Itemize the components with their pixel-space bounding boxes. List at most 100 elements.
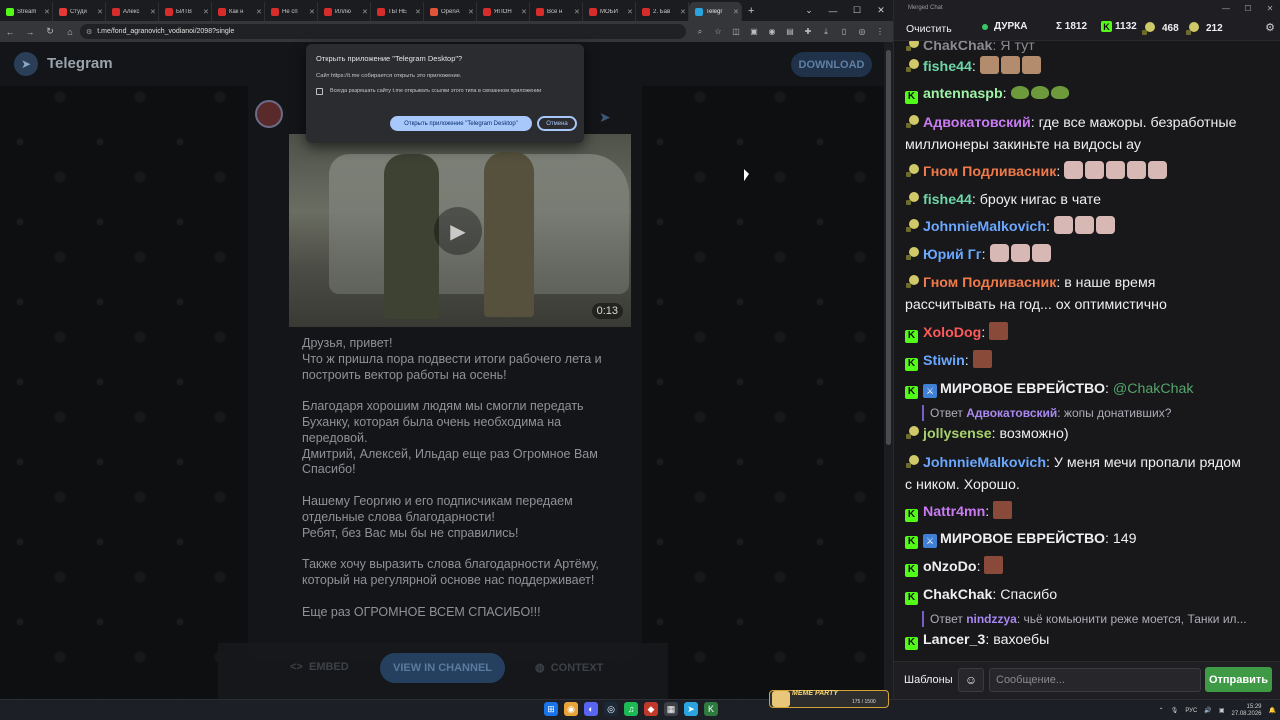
- username[interactable]: Гном Подливасник: [923, 275, 1056, 291]
- clock[interactable]: 15:29 27.08.2026: [1231, 704, 1261, 718]
- emoji-icon[interactable]: ☺: [958, 668, 984, 692]
- browser-tab[interactable]: МОБИ ✕: [583, 2, 636, 21]
- browser-tab[interactable]: Как н ✕: [212, 2, 265, 21]
- video-player[interactable]: ▶ 0:13: [289, 134, 631, 327]
- browser-tab[interactable]: OpenA ✕: [424, 2, 477, 21]
- download-button[interactable]: DOWNLOAD: [791, 52, 872, 77]
- username[interactable]: oNzoDo: [923, 559, 977, 575]
- chat-message[interactable]: K ChakChak: Спасибо: [905, 584, 1271, 606]
- context-button[interactable]: ◍ CONTEXT: [535, 661, 603, 674]
- extension-icon[interactable]: ▣: [745, 21, 763, 42]
- chat-message[interactable]: Kantennaspb:: [905, 83, 1271, 105]
- close-tab-icon[interactable]: ✕: [256, 8, 264, 16]
- bookmark-star-icon[interactable]: ☆: [709, 21, 727, 42]
- share-icon[interactable]: ➤: [599, 109, 611, 126]
- username[interactable]: ChakChak: [923, 587, 992, 603]
- chat-message[interactable]: KoNzoDo:: [905, 556, 1271, 578]
- gear-icon[interactable]: ⚙: [1265, 21, 1275, 34]
- close-window-button[interactable]: ✕: [1259, 0, 1280, 16]
- profile-icon[interactable]: ◎: [853, 21, 871, 42]
- extension-icon[interactable]: ◫: [727, 21, 745, 42]
- puzzle-icon[interactable]: ✚: [799, 21, 817, 42]
- url-field[interactable]: ⚙ t.me/fond_agranovich_vodianoi/2098?sin…: [80, 24, 686, 39]
- reply-quote[interactable]: Ответ nindzzya: чьё комьюнити реже моетс…: [922, 611, 1272, 627]
- close-tab-icon[interactable]: ✕: [733, 8, 741, 16]
- browser-tab[interactable]: Stream ✕: [0, 2, 53, 21]
- close-tab-icon[interactable]: ✕: [627, 8, 635, 16]
- spotify-icon[interactable]: ♫: [624, 702, 638, 716]
- close-tab-icon[interactable]: ✕: [309, 8, 317, 16]
- username[interactable]: JohnnieMalkovich: [923, 219, 1046, 235]
- chat-message[interactable]: K ⚔ МИРОВОЕ ЕВРЕЙСТВО: @ChakChak: [905, 378, 1271, 400]
- reload-button[interactable]: ↻: [40, 21, 60, 42]
- zoom-icon[interactable]: ⌕: [691, 21, 709, 42]
- clear-button[interactable]: Очистить: [900, 20, 958, 37]
- username[interactable]: Stiwin: [923, 353, 965, 369]
- username[interactable]: fishe44: [923, 192, 972, 208]
- username[interactable]: МИРОВОЕ ЕВРЕЙСТВО: [940, 531, 1105, 547]
- speaker-icon[interactable]: 🔊: [1204, 707, 1211, 714]
- browser-tab[interactable]: БИТВ ✕: [159, 2, 212, 21]
- cancel-button[interactable]: Отмена: [537, 116, 577, 131]
- browser-tab[interactable]: Студи ✕: [53, 2, 106, 21]
- language-indicator[interactable]: РУС: [1185, 708, 1197, 714]
- close-tab-icon[interactable]: ✕: [362, 8, 370, 16]
- forward-button[interactable]: →: [20, 21, 40, 42]
- chat-message[interactable]: K ⚔ МИРОВОЕ ЕВРЕЙСТВО: 149: [905, 528, 1271, 550]
- windows-start-icon[interactable]: ⊞: [544, 702, 558, 716]
- close-tab-icon[interactable]: ✕: [150, 8, 158, 16]
- new-tab-button[interactable]: +: [748, 5, 754, 17]
- username[interactable]: Юрий Гг: [923, 247, 982, 263]
- browser-tab[interactable]: Telegr ✕: [689, 2, 742, 21]
- close-tab-icon[interactable]: ✕: [97, 8, 105, 16]
- templates-button[interactable]: Шаблоны: [900, 668, 957, 692]
- always-allow-label[interactable]: Всегда разрешать сайту t.me открывать сс…: [330, 88, 541, 94]
- chat-message[interactable]: K Nattr4mn:: [905, 501, 1271, 523]
- open-app-button[interactable]: Открыть приложение "Telegram Desktop": [390, 116, 532, 131]
- username[interactable]: МИРОВОЕ ЕВРЕЙСТВО: [940, 381, 1105, 397]
- chat-message[interactable]: Гном Подливасник:: [905, 161, 1271, 183]
- chat-message[interactable]: K Lancer_3: вахоебы: [905, 629, 1271, 651]
- steam-icon[interactable]: ◎: [604, 702, 618, 716]
- microphone-icon[interactable]: 🎙: [1171, 707, 1179, 714]
- browser-tab[interactable]: ТЫ НЕ ✕: [371, 2, 424, 21]
- app-icon[interactable]: K: [704, 702, 718, 716]
- close-tab-icon[interactable]: ✕: [468, 8, 476, 16]
- chevron-up-icon[interactable]: ⌃: [1159, 707, 1164, 714]
- username[interactable]: Адвокатовский: [923, 115, 1031, 131]
- chat-message[interactable]: Юрий Гг:: [905, 244, 1271, 266]
- network-icon[interactable]: ▣: [1219, 707, 1225, 714]
- home-button[interactable]: ⌂: [60, 21, 80, 42]
- close-tab-icon[interactable]: ✕: [203, 8, 211, 16]
- username[interactable]: Nattr4mn: [923, 504, 985, 520]
- view-in-channel-button[interactable]: VIEW IN CHANNEL: [380, 653, 505, 683]
- username[interactable]: XoloDog: [923, 325, 981, 341]
- scroll-thumb[interactable]: [886, 50, 891, 445]
- chat-message[interactable]: fishe44:: [905, 56, 1271, 78]
- download-icon[interactable]: ⤓: [817, 21, 835, 42]
- maximize-button[interactable]: ☐: [845, 0, 869, 21]
- browser-tab[interactable]: 2. Бав ✕: [636, 2, 689, 21]
- browser-tab[interactable]: Не сп ✕: [265, 2, 318, 21]
- send-button[interactable]: Отправить: [1205, 667, 1272, 692]
- discord-icon[interactable]: ◐: [584, 702, 598, 716]
- chat-message[interactable]: Гном Подливасник: в наше время рассчитыва…: [905, 272, 1271, 316]
- play-icon[interactable]: ▶: [434, 207, 482, 255]
- chat-message[interactable]: K Stiwin:: [905, 350, 1271, 372]
- telegram-icon[interactable]: ➤: [684, 702, 698, 716]
- chrome-icon[interactable]: ◉: [564, 702, 578, 716]
- minimize-button[interactable]: —: [821, 0, 845, 21]
- chat-message[interactable]: JohnnieMalkovich:: [905, 216, 1271, 238]
- message-input[interactable]: [989, 668, 1201, 692]
- username[interactable]: antennaspb: [923, 86, 1003, 102]
- chat-message[interactable]: JohnnieMalkovich: У меня мечи пропали ря…: [905, 452, 1271, 496]
- site-info-icon[interactable]: ⚙: [86, 28, 92, 36]
- username[interactable]: fishe44: [923, 59, 972, 75]
- maximize-button[interactable]: ☐: [1237, 0, 1259, 16]
- sidebar-icon[interactable]: ▯: [835, 21, 853, 42]
- close-tab-icon[interactable]: ✕: [44, 8, 52, 16]
- chevron-down-icon[interactable]: ⌄: [797, 0, 821, 21]
- chat-message[interactable]: fishe44: броук нигас в чате: [905, 189, 1271, 211]
- chat-message[interactable]: K XoloDog:: [905, 322, 1271, 344]
- browser-tab[interactable]: Иллю ✕: [318, 2, 371, 21]
